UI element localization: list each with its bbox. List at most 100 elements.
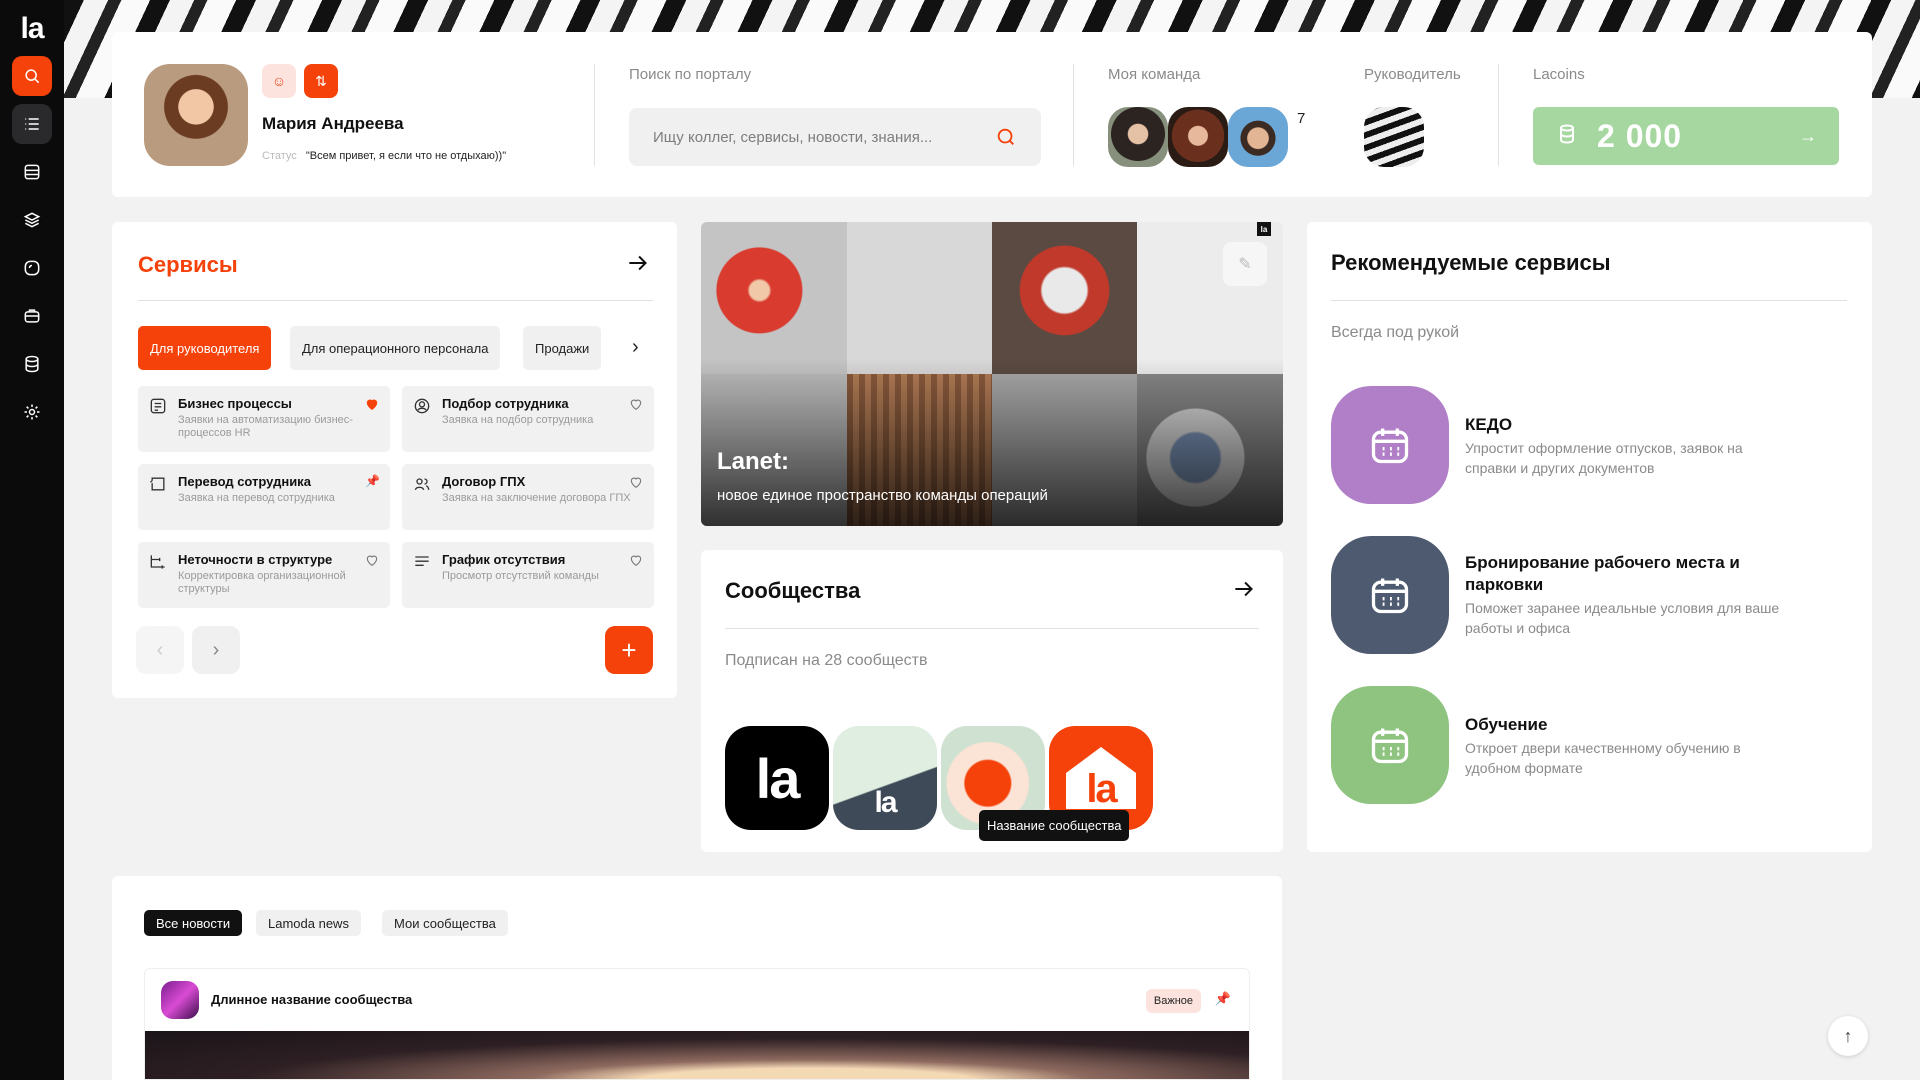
sidebar-inbox-button[interactable] xyxy=(12,152,52,192)
sidebar-search-button[interactable] xyxy=(12,56,52,96)
services-title: Сервисы xyxy=(138,252,238,277)
arrow-right-icon xyxy=(1235,581,1253,597)
service-tile[interactable]: Перевод сотрудника Заявка на перевод сот… xyxy=(138,464,390,530)
search-input[interactable] xyxy=(653,128,995,146)
banner-logo: la xyxy=(1257,222,1271,236)
manager-avatar[interactable] xyxy=(1364,107,1424,167)
banner-edit-button[interactable]: ✎ xyxy=(1223,242,1267,286)
tab-manager[interactable]: Для руководителя xyxy=(138,326,272,370)
news-post[interactable]: Длинное название сообщества Важное 📌 xyxy=(144,968,1250,1080)
promo-banner[interactable]: la ✎ Lanet: новое единое пространство ко… xyxy=(701,222,1283,526)
person-icon: ☺ xyxy=(271,73,287,89)
recommended-service-item[interactable]: Обучение Откроет двери качественному обу… xyxy=(1331,686,1851,804)
sidebar-coins-button[interactable] xyxy=(12,344,52,384)
recommended-service-icon xyxy=(1331,686,1449,804)
sidebar-briefcase-button[interactable] xyxy=(12,296,52,336)
arrow-right-icon xyxy=(629,255,647,271)
lacoins-label: Lacoins xyxy=(1533,66,1585,83)
pin-icon[interactable]: 📌 xyxy=(365,474,380,488)
portal-search[interactable] xyxy=(629,108,1041,166)
profile-button[interactable]: ☺ xyxy=(262,64,296,98)
tabs-next-button[interactable]: › xyxy=(632,336,639,359)
tab-lamoda-news[interactable]: Lamoda news xyxy=(256,910,361,936)
sidebar: la xyxy=(0,0,64,1080)
team-member-avatar[interactable] xyxy=(1228,107,1288,167)
service-tile[interactable]: Подбор сотрудника Заявка на подбор сотру… xyxy=(402,386,654,452)
service-tile[interactable]: График отсутствия Просмотр отсутствий ко… xyxy=(402,542,654,608)
community-logo[interactable]: la xyxy=(833,726,937,830)
service-tile[interactable]: Договор ГПХ Заявка на заключение договор… xyxy=(402,464,654,530)
person-search-icon xyxy=(412,396,432,421)
service-desc: Заявка на заключение договора ГПХ xyxy=(442,492,631,504)
lacoins-balance: 2 000 xyxy=(1597,117,1683,154)
user-avatar[interactable] xyxy=(144,64,248,166)
app-logo[interactable]: la xyxy=(20,10,44,48)
user-status[interactable]: Статус "Всем привет, я если что не отдых… xyxy=(262,150,506,162)
team-count[interactable]: 7 xyxy=(1297,110,1305,127)
calendar-icon xyxy=(1371,728,1409,764)
search-icon xyxy=(25,69,40,84)
divider xyxy=(725,628,1259,629)
lines-icon xyxy=(412,552,432,577)
communities-open-button[interactable] xyxy=(1231,576,1257,607)
favorite-heart-icon[interactable] xyxy=(628,396,644,417)
lacoins-button[interactable]: 2 000 → xyxy=(1533,107,1839,165)
service-tile[interactable]: Неточности в структуре Корректировка орг… xyxy=(138,542,390,608)
recommended-service-icon xyxy=(1331,536,1449,654)
team-member-avatar[interactable] xyxy=(1168,107,1228,167)
favorite-heart-icon[interactable] xyxy=(364,396,380,417)
chevron-right-icon: › xyxy=(212,638,220,661)
prev-page-button[interactable]: ‹ xyxy=(136,626,184,674)
tab-all-news[interactable]: Все новости xyxy=(144,910,243,936)
scroll-top-button[interactable]: ↑ xyxy=(1828,1016,1868,1056)
divider xyxy=(1073,64,1074,166)
important-badge: Важное xyxy=(1145,989,1201,1013)
next-page-button[interactable]: › xyxy=(192,626,240,674)
structure-icon xyxy=(148,552,168,577)
recommended-service-desc: Упростит оформление отпусков, заявок на … xyxy=(1465,440,1743,476)
recommended-subtitle: Всегда под рукой xyxy=(1331,324,1460,341)
post-community-name[interactable]: Длинное название сообщества xyxy=(211,992,412,1007)
search-label: Поиск по порталу xyxy=(629,66,752,83)
chevron-right-icon: › xyxy=(632,336,639,358)
recommended-service-item[interactable]: КЕДО Упростит оформление отпусков, заяво… xyxy=(1331,386,1851,504)
service-title: Перевод сотрудника xyxy=(178,474,311,489)
database-icon xyxy=(25,355,39,373)
recommended-service-title: Бронирование рабочего места и парковки xyxy=(1465,553,1740,594)
favorite-heart-icon[interactable] xyxy=(364,552,380,573)
sidebar-feed-button[interactable] xyxy=(12,104,52,144)
service-tile[interactable]: Бизнес процессы Заявки на автоматизацию … xyxy=(138,386,390,452)
calendar-icon xyxy=(1371,428,1409,464)
team-member-avatar[interactable] xyxy=(1108,107,1168,167)
tab-my-communities[interactable]: Мои сообщества xyxy=(382,910,508,936)
favorite-heart-icon[interactable] xyxy=(628,474,644,495)
inbox-icon xyxy=(24,164,40,180)
favorite-heart-icon[interactable] xyxy=(628,552,644,573)
sidebar-layers-button[interactable] xyxy=(12,200,52,240)
banner-overlay xyxy=(701,222,1283,526)
tab-operational-staff[interactable]: Для операционного персонала xyxy=(290,326,501,370)
service-title: Подбор сотрудника xyxy=(442,396,569,411)
list-icon xyxy=(25,118,39,130)
search-icon[interactable] xyxy=(995,126,1017,148)
add-service-button[interactable]: + xyxy=(605,626,653,674)
pin-icon[interactable]: 📌 xyxy=(1215,991,1231,1007)
layers-icon xyxy=(23,212,41,228)
services-open-button[interactable] xyxy=(625,250,651,281)
divider xyxy=(1331,300,1847,301)
user-name: Мария Андреева xyxy=(262,114,404,133)
sidebar-settings-button[interactable] xyxy=(12,392,52,432)
banner-title: Lanet: xyxy=(717,448,789,475)
community-logo[interactable]: la xyxy=(725,726,829,830)
tab-sales[interactable]: Продажи xyxy=(523,326,602,370)
service-desc: Заявка на перевод сотрудника xyxy=(178,492,335,504)
community-avatar[interactable] xyxy=(161,981,199,1019)
gear-icon xyxy=(24,404,40,420)
news-card: Все новости Lamoda news Мои сообщества Д… xyxy=(112,876,1282,1080)
service-title: Бизнес процессы xyxy=(178,396,292,411)
switch-button[interactable]: ⇅ xyxy=(304,64,338,98)
recommended-service-item[interactable]: Бронирование рабочего места и парковки П… xyxy=(1331,536,1851,654)
sidebar-chat-button[interactable] xyxy=(12,248,52,288)
divider xyxy=(138,300,653,301)
service-desc: Заявка на подбор сотрудника xyxy=(442,414,594,426)
